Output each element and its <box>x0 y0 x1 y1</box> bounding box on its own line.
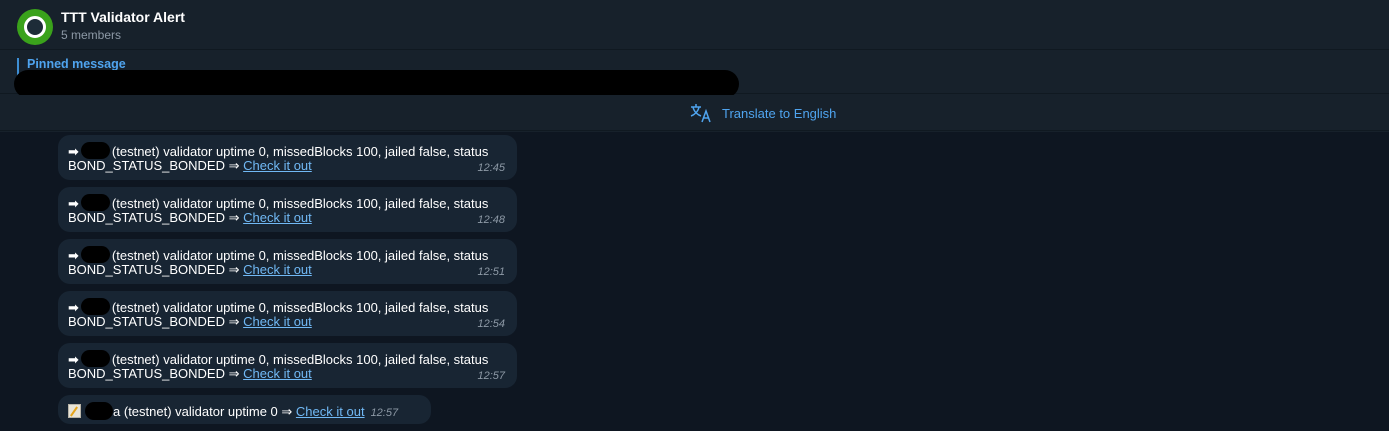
translate-bar[interactable]: Translate to English <box>0 95 1389 131</box>
memo-icon <box>68 404 81 418</box>
message-time: 12:57 <box>477 370 505 382</box>
message-status: BOND_STATUS_BONDED ⇒ <box>68 314 240 329</box>
message-bubble[interactable]: ➡ (testnet) validator uptime 0, missedBlo… <box>58 343 517 388</box>
message-bubble-last[interactable]: a (testnet) validator uptime 0 ⇒ Check i… <box>58 395 431 424</box>
message-status: BOND_STATUS_BONDED ⇒ <box>68 262 240 277</box>
redacted-name <box>80 246 110 263</box>
message-line-2: BOND_STATUS_BONDED ⇒ Check it out <box>68 158 312 174</box>
message-time: 12:45 <box>477 162 505 174</box>
right-arrow-icon: ➡ <box>68 144 79 159</box>
translate-button[interactable]: Translate to English <box>722 106 836 121</box>
message-text: (testnet) validator uptime 0, missedBloc… <box>111 196 489 211</box>
check-it-out-link[interactable]: Check it out <box>243 366 312 381</box>
message-bubble[interactable]: ➡ (testnet) validator uptime 0, missedBlo… <box>58 239 517 284</box>
redacted-name <box>80 350 110 367</box>
message-time: 12:51 <box>477 266 505 278</box>
message-line-2: BOND_STATUS_BONDED ⇒ Check it out <box>68 314 312 330</box>
check-it-out-link[interactable]: Check it out <box>243 210 312 225</box>
chat-title[interactable]: TTT Validator Alert <box>61 9 185 25</box>
right-arrow-icon: ➡ <box>68 352 79 367</box>
message-bubble[interactable]: ➡ (testnet) validator uptime 0, missedBlo… <box>58 187 517 232</box>
avatar-ring-icon <box>24 16 46 38</box>
members-count[interactable]: 5 members <box>61 28 121 42</box>
message-status: BOND_STATUS_BONDED ⇒ <box>68 366 240 381</box>
message-time: 12:57 <box>370 407 399 419</box>
message-status: BOND_STATUS_BONDED ⇒ <box>68 158 240 173</box>
message-text: (testnet) validator uptime 0, missedBloc… <box>111 144 489 159</box>
message-list[interactable]: ➡ (testnet) validator uptime 0, missedBlo… <box>0 132 1389 431</box>
redacted-name <box>80 142 110 159</box>
redacted-name <box>80 298 110 315</box>
message-time: 12:54 <box>477 318 505 330</box>
check-it-out-link[interactable]: Check it out <box>243 314 312 329</box>
message-time: 12:48 <box>477 214 505 226</box>
check-it-out-link[interactable]: Check it out <box>243 262 312 277</box>
right-arrow-icon: ➡ <box>68 300 79 315</box>
message-bubble[interactable]: ➡ (testnet) validator uptime 0, missedBlo… <box>58 135 517 180</box>
redacted-name <box>80 194 110 211</box>
translate-icon <box>690 104 711 123</box>
right-arrow-icon: ➡ <box>68 248 79 263</box>
check-it-out-link[interactable]: Check it out <box>296 404 365 419</box>
redacted-name <box>85 402 113 420</box>
pinned-message-redacted <box>14 70 739 98</box>
message-prefix: a <box>113 404 121 419</box>
message-text: (testnet) validator uptime 0, missedBloc… <box>111 248 489 263</box>
right-arrow-icon: ➡ <box>68 196 79 211</box>
message-bubble[interactable]: ➡ (testnet) validator uptime 0, missedBlo… <box>58 291 517 336</box>
message-line-2: BOND_STATUS_BONDED ⇒ Check it out <box>68 262 312 278</box>
group-avatar[interactable] <box>17 9 53 45</box>
message-text: (testnet) validator uptime 0, missedBloc… <box>111 352 489 367</box>
chat-header[interactable]: TTT Validator Alert 5 members <box>0 0 1389 50</box>
message-text: (testnet) validator uptime 0, missedBloc… <box>111 300 489 315</box>
message-line-2: BOND_STATUS_BONDED ⇒ Check it out <box>68 366 312 382</box>
pinned-message-bar[interactable]: Pinned message <box>0 50 1389 98</box>
message-line: a (testnet) validator uptime 0 ⇒ Check i… <box>68 402 398 420</box>
pinned-message-title: Pinned message <box>27 57 126 71</box>
message-status: BOND_STATUS_BONDED ⇒ <box>68 210 240 225</box>
check-it-out-link[interactable]: Check it out <box>243 158 312 173</box>
message-text: (testnet) validator uptime 0 ⇒ <box>123 404 293 419</box>
message-line-2: BOND_STATUS_BONDED ⇒ Check it out <box>68 210 312 226</box>
